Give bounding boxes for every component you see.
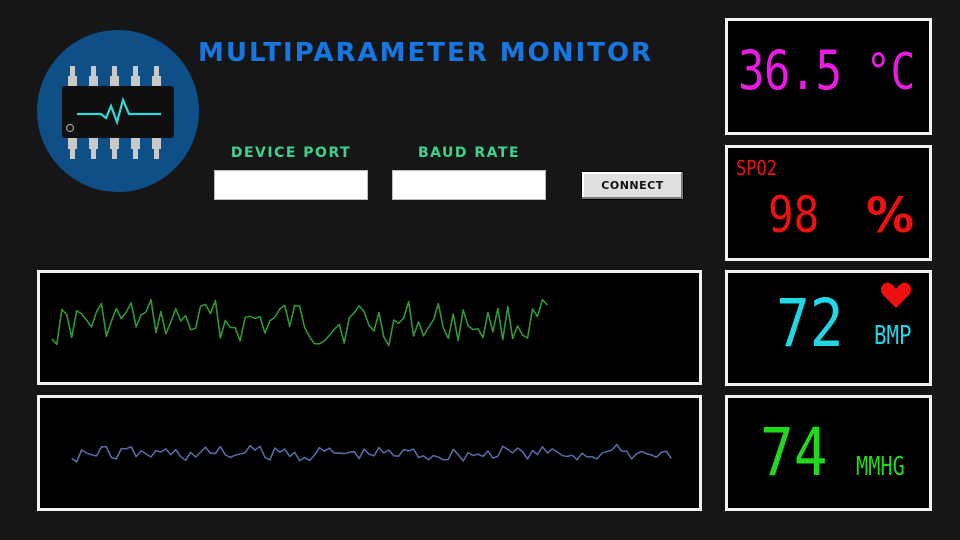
monitor-window: MULTIPARAMETER MONITOR DEVICE PORT BAUD … (0, 0, 960, 540)
temperature-panel: 36.5 °C (725, 18, 932, 135)
heart-rate-value: 72 (776, 285, 844, 362)
baud-rate-input[interactable] (392, 170, 546, 200)
device-port-input[interactable] (214, 170, 368, 200)
spo2-label: SPO2 (736, 156, 777, 180)
wave-bottom-trace (71, 443, 672, 463)
waveform-top (51, 298, 548, 347)
temperature-value: 36.5 (738, 39, 842, 102)
waveform-bottom (71, 443, 672, 463)
waveform-panel-top (37, 270, 702, 385)
heart-rate-panel: 72 BMP (725, 270, 932, 386)
wave-top-trace (51, 298, 548, 347)
waveform-panel-bottom (37, 395, 702, 511)
blood-pressure-unit: MMHG (856, 452, 905, 482)
heart-icon (880, 282, 912, 308)
spo2-unit: % (866, 188, 915, 244)
connect-button[interactable]: CONNECT (581, 171, 684, 200)
device-port-label: DEVICE PORT (230, 145, 352, 161)
page-title: MULTIPARAMETER MONITOR (198, 38, 654, 68)
spo2-panel: SPO2 98 % (725, 145, 932, 261)
baud-rate-label: BAUD RATE (417, 145, 521, 161)
blood-pressure-value: 74 (760, 414, 828, 491)
blood-pressure-panel: 74 MMHG (725, 395, 932, 511)
spo2-value: 98 (768, 186, 820, 244)
microchip-heartbeat-icon (37, 30, 199, 192)
temperature-unit: °C (866, 43, 916, 101)
heart-rate-unit: BMP (874, 321, 912, 351)
